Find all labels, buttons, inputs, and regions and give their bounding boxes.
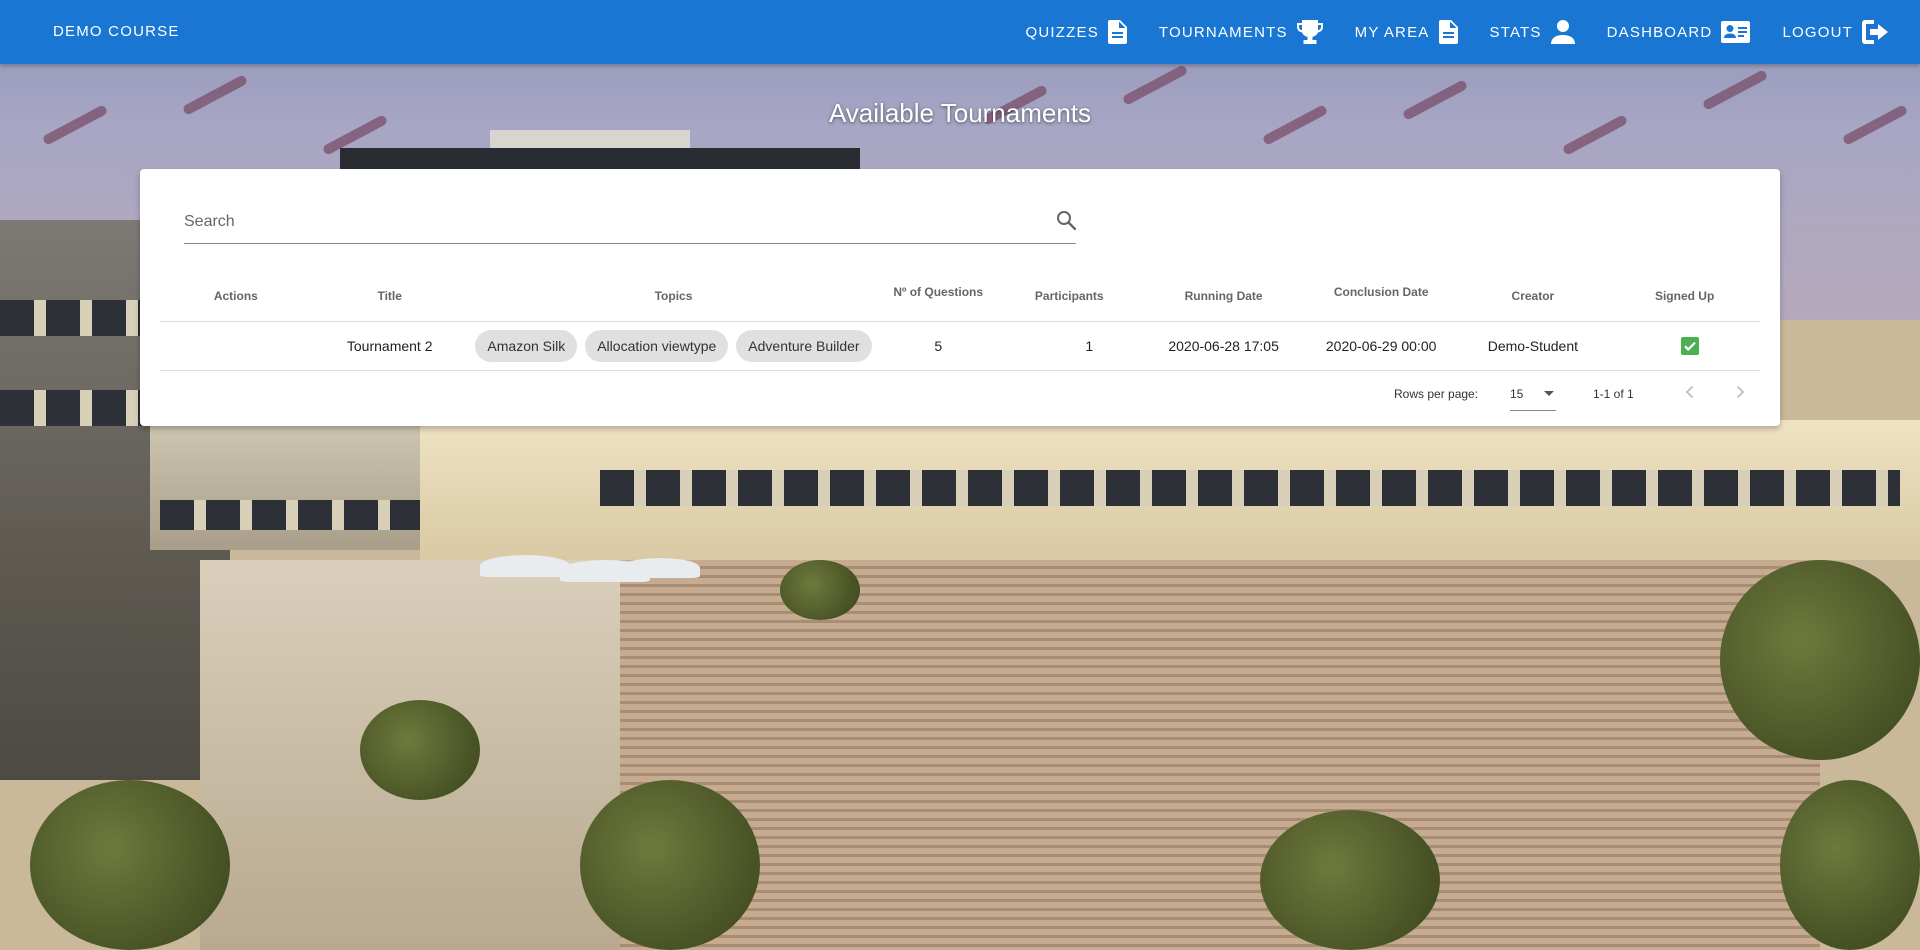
col-header-creator[interactable]: Creator [1456, 271, 1610, 322]
file-document-icon [1438, 20, 1458, 44]
search-field[interactable] [184, 199, 1077, 244]
app-toolbar: DEMO COURSE QUIZZES TOURNAMENTS MY AREA … [0, 0, 1920, 64]
row-participants-cell: 1 [997, 321, 1142, 371]
search-input[interactable] [184, 209, 1024, 235]
col-header-questions[interactable]: Nº of Questions [879, 271, 998, 322]
row-signed-up-cell [1609, 321, 1760, 371]
topic-chip: Allocation viewtype [585, 329, 729, 362]
col-header-topics[interactable]: Topics [467, 271, 880, 322]
row-topics-cell: Amazon Silk Allocation viewtype Adventure … [467, 321, 880, 371]
table-footer: Rows per page: 15 1-1 of 1 [140, 373, 1780, 413]
nav-tournaments[interactable]: TOURNAMENTS [1143, 0, 1339, 64]
search-icon[interactable] [1056, 210, 1077, 235]
signed-up-checkbox-icon [1680, 336, 1699, 355]
nav-my-area-label: MY AREA [1354, 23, 1430, 41]
main-nav: QUIZZES TOURNAMENTS MY AREA STATS DASHBO… [1010, 0, 1920, 64]
row-title-cell: Tournament 2 [311, 321, 468, 371]
rows-per-page-select[interactable]: 15 [1510, 377, 1556, 411]
next-page-icon[interactable] [1730, 382, 1750, 405]
nav-quizzes-label: QUIZZES [1025, 23, 1099, 41]
col-header-conclusion-date[interactable]: Conclusion Date [1305, 271, 1457, 322]
topic-chip: Amazon Silk [475, 329, 578, 362]
background-photo [0, 0, 1920, 950]
previous-page-icon[interactable] [1680, 382, 1700, 405]
rows-per-page-value: 15 [1510, 387, 1524, 401]
trophy-icon [1296, 20, 1323, 44]
rows-per-page-label: Rows per page: [1394, 387, 1479, 401]
tournaments-card: Actions Title Topics Nº of Questions Par… [140, 169, 1780, 426]
nav-stats-label: STATS [1489, 23, 1542, 41]
id-card-icon [1721, 21, 1751, 43]
row-running-date-cell: 2020-06-28 17:05 [1141, 321, 1306, 371]
row-questions-cell: 5 [879, 321, 998, 371]
table-header-row: Actions Title Topics Nº of Questions Par… [160, 271, 1760, 322]
col-header-title[interactable]: Title [311, 271, 468, 322]
nav-quizzes[interactable]: QUIZZES [1010, 0, 1143, 64]
col-header-running-date[interactable]: Running Date [1141, 271, 1306, 322]
row-actions-cell [160, 321, 312, 371]
col-header-actions[interactable]: Actions [160, 271, 312, 322]
nav-logout-label: LOGOUT [1782, 23, 1853, 41]
nav-dashboard-label: DASHBOARD [1606, 23, 1713, 41]
chevron-down-icon [1544, 391, 1554, 396]
nav-logout[interactable]: LOGOUT [1766, 0, 1920, 64]
account-icon [1550, 20, 1575, 44]
logout-icon [1862, 20, 1888, 44]
nav-stats[interactable]: STATS [1474, 0, 1591, 64]
nav-dashboard[interactable]: DASHBOARD [1591, 0, 1767, 64]
file-document-icon [1107, 20, 1127, 44]
pagination-range: 1-1 of 1 [1593, 387, 1634, 401]
nav-tournaments-label: TOURNAMENTS [1158, 23, 1288, 41]
course-name-link[interactable]: DEMO COURSE [53, 0, 180, 64]
table-row[interactable]: Tournament 2 Amazon Silk Allocation viewt… [160, 321, 1760, 371]
topic-chip: Adventure Builder [736, 329, 872, 362]
nav-my-area[interactable]: MY AREA [1339, 0, 1474, 64]
col-header-signed-up[interactable]: Signed Up [1609, 271, 1760, 322]
row-conclusion-date-cell: 2020-06-29 00:00 [1305, 321, 1457, 371]
tournaments-table: Actions Title Topics Nº of Questions Par… [160, 271, 1760, 371]
col-header-participants[interactable]: Participants [997, 271, 1142, 322]
row-creator-cell: Demo-Student [1456, 321, 1610, 371]
page-title: Available Tournaments [828, 98, 1092, 128]
